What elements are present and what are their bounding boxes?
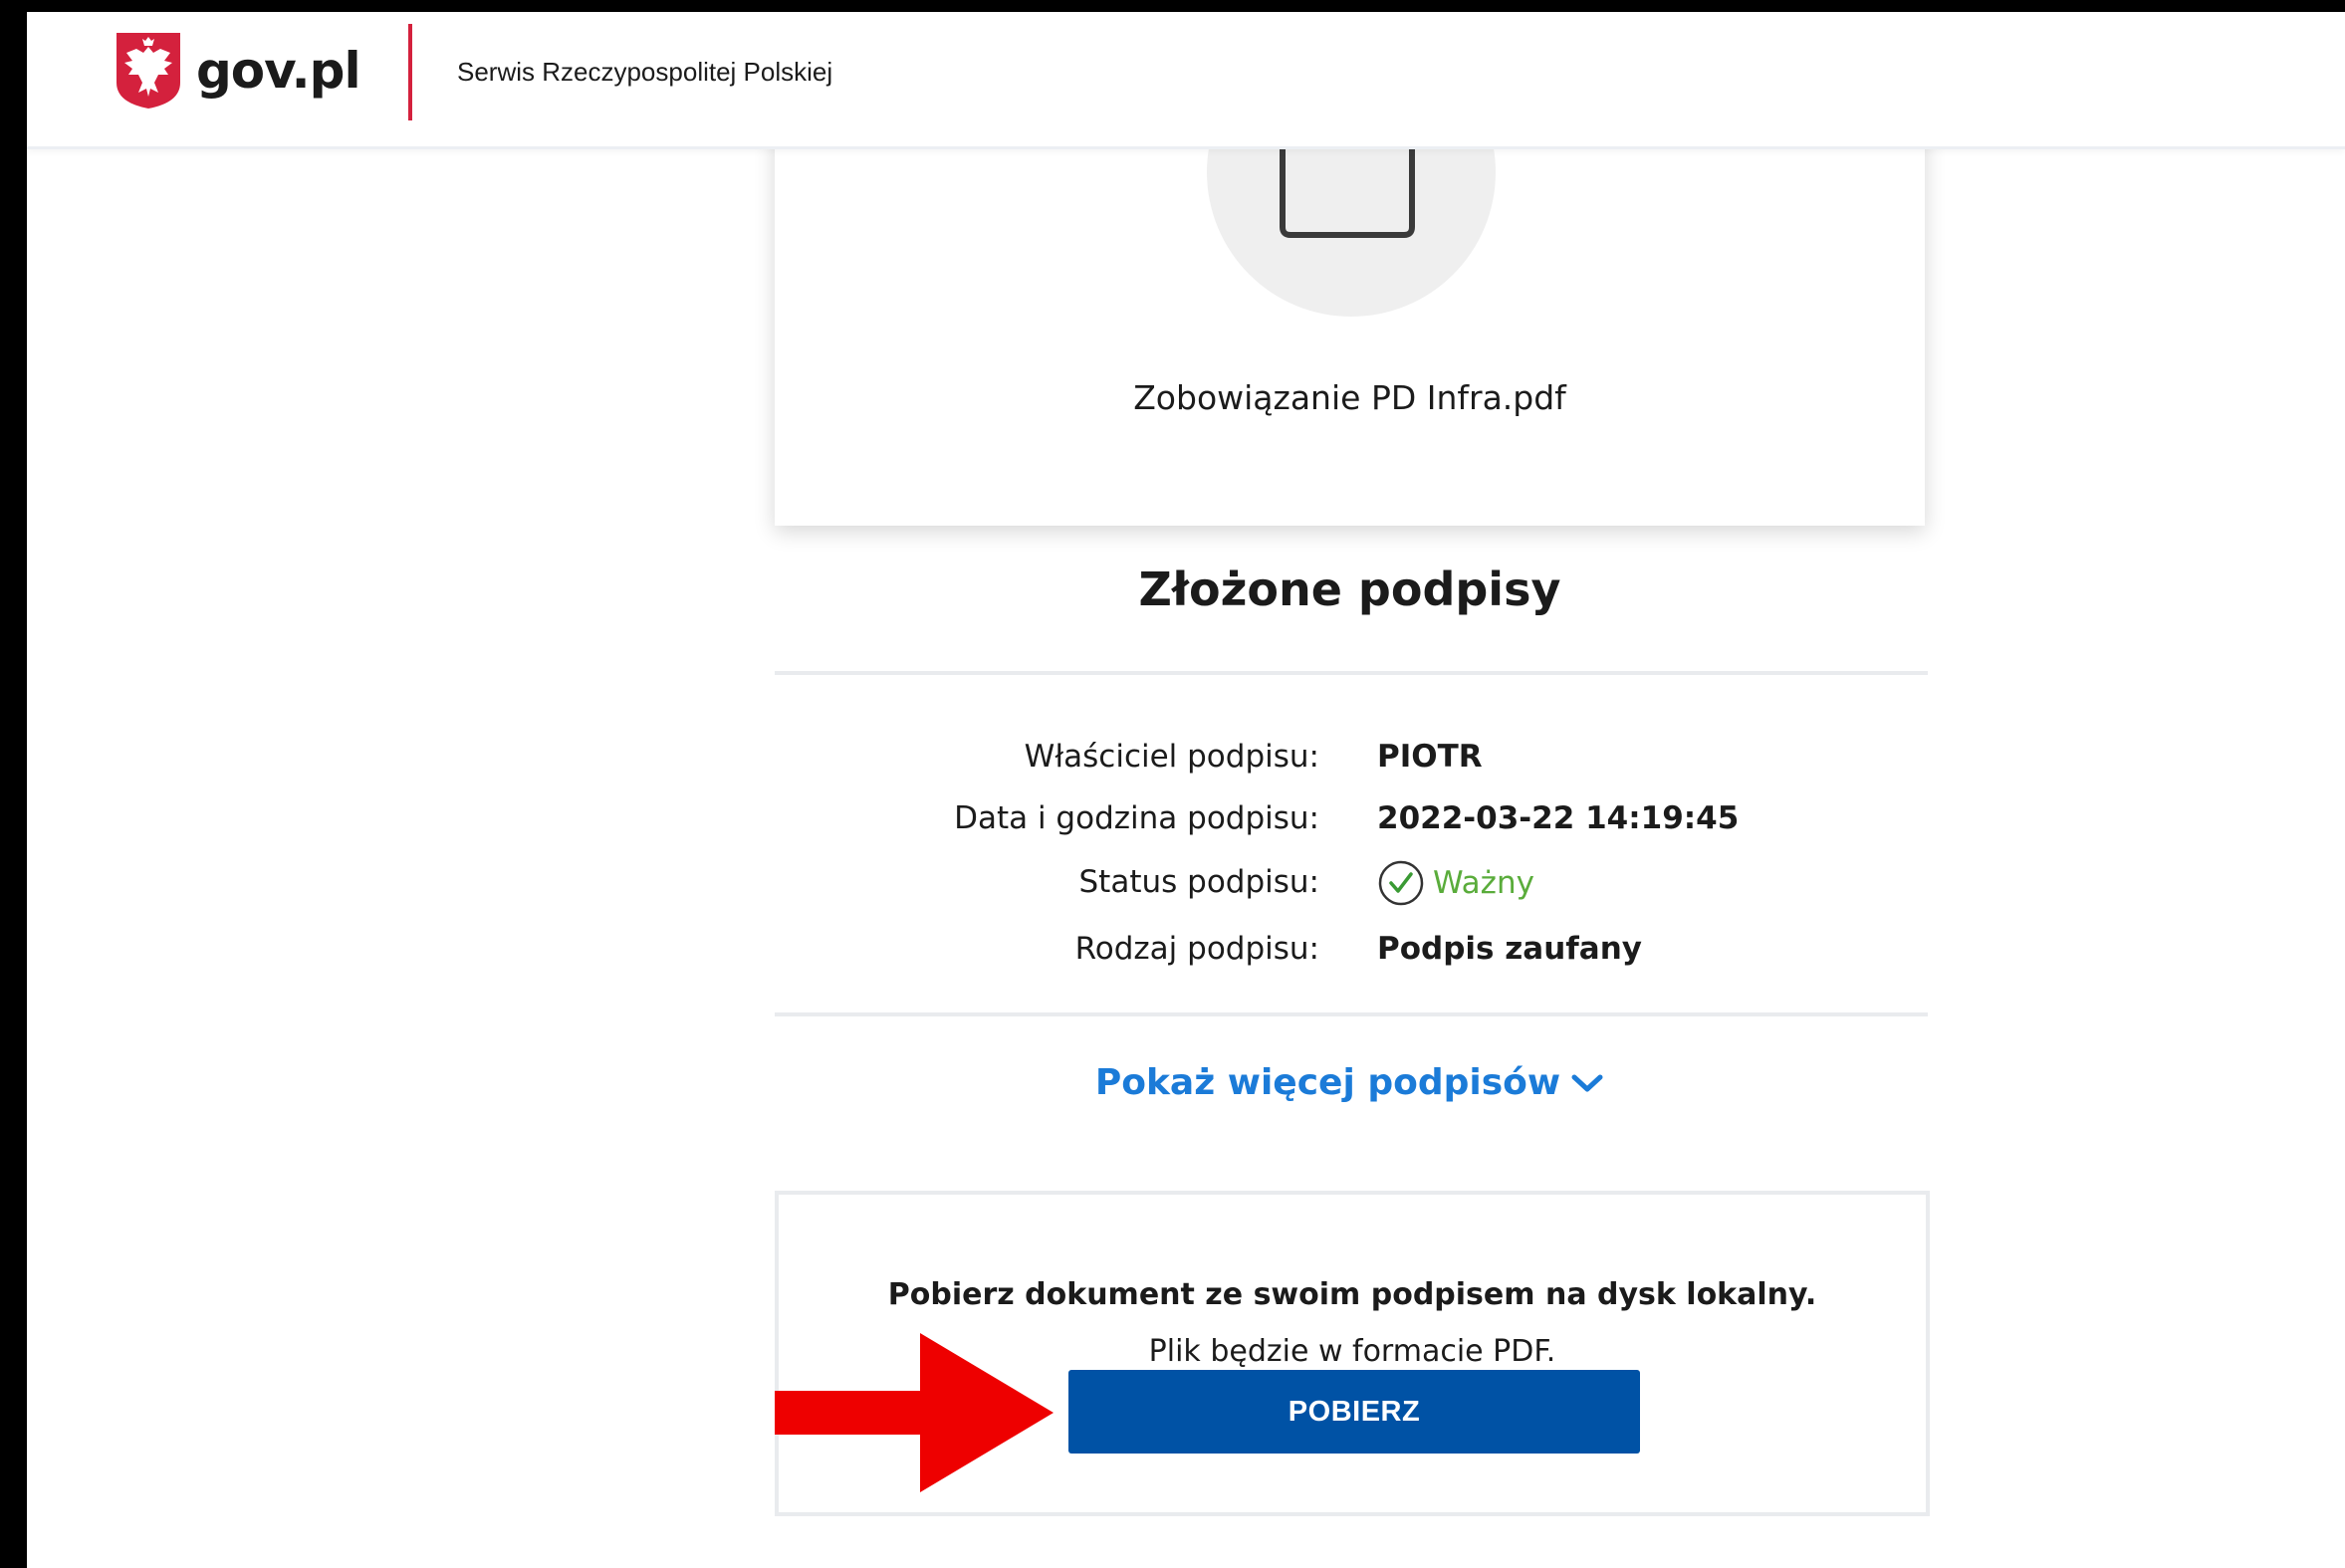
polish-eagle-emblem-icon (117, 33, 180, 109)
signature-owner-label: Właściciel podpisu: (1024, 739, 1319, 775)
signature-date-row: Data i godzina podpisu: 2022-03-22 14:19… (775, 795, 1925, 855)
header-subtitle: Serwis Rzeczypospolitej Polskiej (457, 57, 833, 87)
signatures-title: Złożone podpisy (1138, 562, 1561, 616)
browser-viewport: gov.pl Serwis Rzeczypospolitej Polskiej … (27, 12, 2345, 1568)
signature-type-label: Rodzaj podpisu: (1074, 931, 1319, 967)
signature-owner-row: Właściciel podpisu: PIOTR (775, 734, 1925, 793)
site-header: gov.pl Serwis Rzeczypospolitej Polskiej (27, 12, 2345, 149)
signature-status-row: Status podpisu: Ważny (775, 859, 1925, 919)
show-more-label: Pokaż więcej podpisów (1094, 1062, 1561, 1103)
signature-type-value: Podpis zaufany (1377, 931, 1642, 967)
show-more-signatures-link[interactable]: Pokaż więcej podpisów (775, 1062, 1925, 1103)
check-circle-icon (1378, 860, 1424, 906)
signature-status-value: Ważny (1377, 859, 1534, 907)
gov-pl-logo[interactable]: gov.pl (113, 30, 361, 112)
divider (775, 1012, 1928, 1016)
file-name: Zobowiązanie PD Infra.pdf (1133, 378, 1566, 417)
red-arrow-annotation-icon (775, 1333, 1054, 1492)
divider (775, 671, 1928, 675)
logo-text: gov.pl (196, 42, 361, 100)
signature-owner-value: PIOTR (1377, 739, 1483, 775)
download-title: Pobierz dokument ze swoim podpisem na dy… (887, 1277, 1817, 1312)
signature-date-value: 2022-03-22 14:19:45 (1377, 800, 1740, 836)
signature-status-text: Ważny (1433, 865, 1534, 901)
download-button[interactable]: POBIERZ (1068, 1370, 1640, 1454)
signature-status-label: Status podpisu: (1078, 864, 1320, 900)
chevron-down-icon (1571, 1074, 1603, 1091)
header-divider (408, 24, 412, 120)
signature-type-row: Rodzaj podpisu: Podpis zaufany (775, 926, 1925, 986)
signature-date-label: Data i godzina podpisu: (954, 800, 1319, 836)
